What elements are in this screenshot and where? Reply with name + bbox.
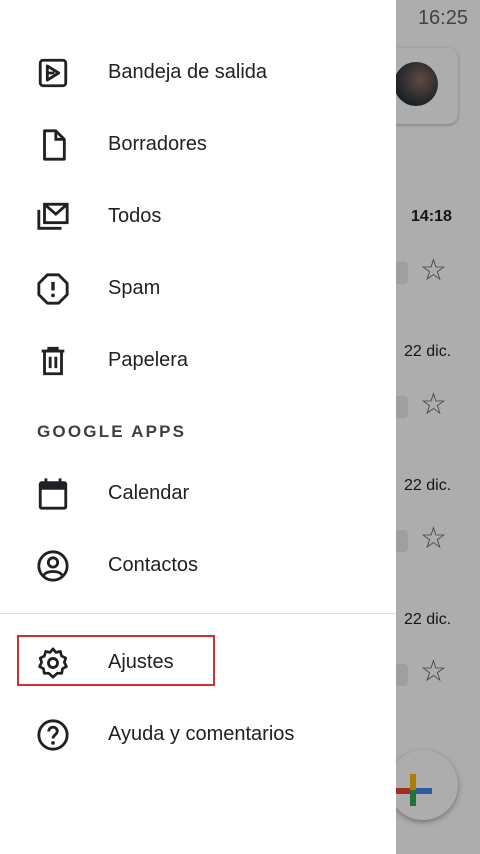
outbox-icon xyxy=(36,56,70,90)
calendar-icon xyxy=(36,477,70,511)
drawer-item-label: Ayuda y comentarios xyxy=(108,723,295,745)
drawer-item-trash[interactable]: Papelera xyxy=(0,330,396,390)
trash-icon xyxy=(36,344,70,378)
drawer-item-all-mail[interactable]: Todos xyxy=(0,186,396,246)
spam-icon xyxy=(36,272,70,306)
drawer-item-drafts[interactable]: Borradores xyxy=(0,114,396,174)
all-mail-icon xyxy=(36,200,70,234)
highlight-box xyxy=(17,635,215,686)
draft-icon xyxy=(36,128,70,162)
drawer-item-outbox[interactable]: Bandeja de salida xyxy=(0,42,396,102)
divider xyxy=(0,613,396,614)
drawer-item-calendar[interactable]: Calendar xyxy=(0,463,396,523)
navigation-drawer: Bandeja de salida Borradores Todos Spam … xyxy=(0,0,396,854)
drawer-item-label: Todos xyxy=(108,205,162,227)
drawer-item-contacts[interactable]: Contactos xyxy=(0,535,396,595)
drawer-item-spam[interactable]: Spam xyxy=(0,258,396,318)
drawer-item-label: Spam xyxy=(108,277,161,299)
drawer-item-label: Bandeja de salida xyxy=(108,61,268,83)
drawer-item-help[interactable]: Ayuda y comentarios xyxy=(0,704,396,764)
drawer-item-label: Borradores xyxy=(108,133,207,155)
drawer-item-label: Papelera xyxy=(108,349,189,371)
drawer-item-label: Contactos xyxy=(108,554,199,576)
section-header-google-apps: GOOGLE APPS xyxy=(37,422,187,441)
drawer-item-label: Calendar xyxy=(108,482,190,504)
help-icon xyxy=(36,718,70,752)
contacts-icon xyxy=(36,549,70,583)
